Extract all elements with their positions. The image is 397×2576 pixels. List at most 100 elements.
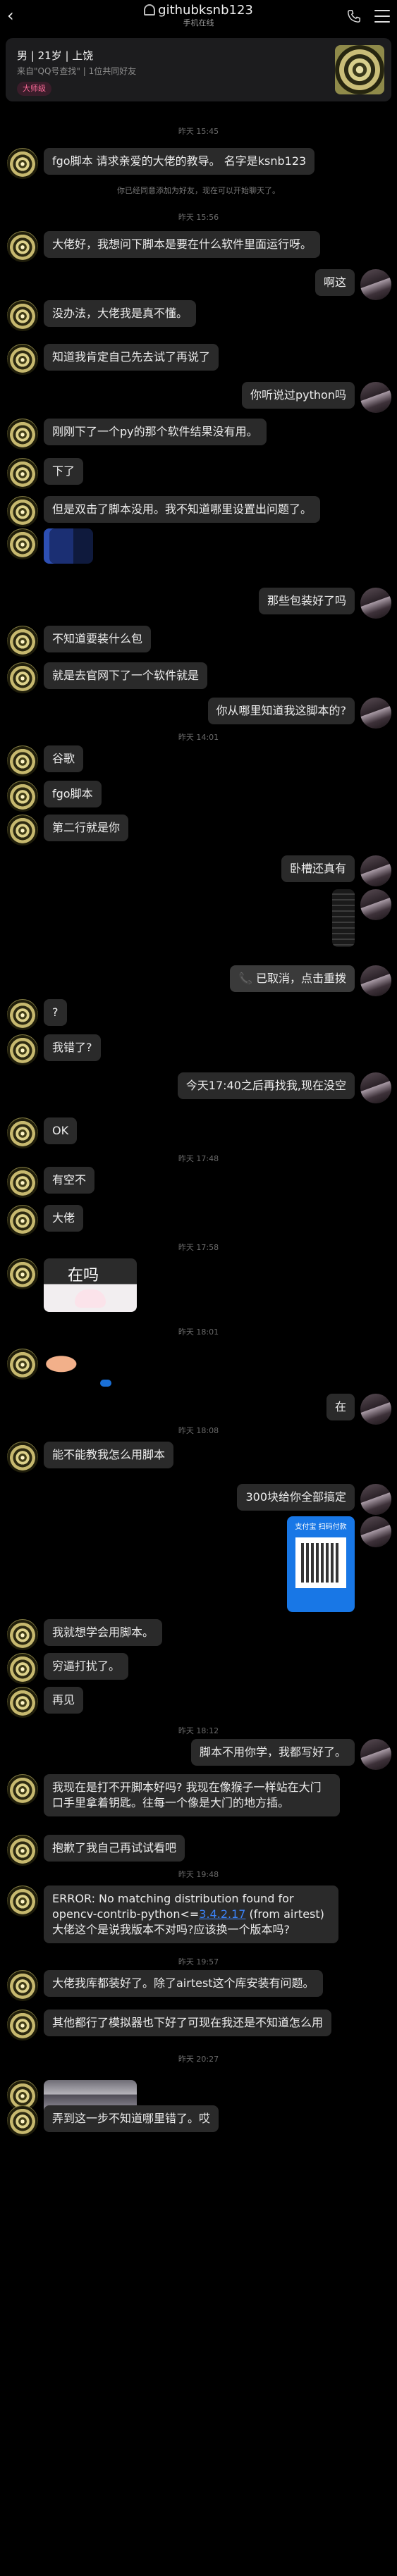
received-message[interactable]: 有空不 xyxy=(44,1167,95,1194)
contact-avatar[interactable] xyxy=(7,1687,38,1718)
my-avatar[interactable] xyxy=(360,588,391,619)
my-avatar[interactable] xyxy=(360,1484,391,1515)
my-avatar[interactable] xyxy=(360,889,391,920)
contact-avatar[interactable] xyxy=(7,1835,38,1866)
received-message[interactable]: 不知道要装什么包 xyxy=(44,626,152,652)
received-message[interactable]: 谷歌 xyxy=(44,745,84,772)
sent-message[interactable]: 你从哪里知道我这脚本的? xyxy=(207,698,355,724)
menu-icon[interactable] xyxy=(374,10,390,23)
received-message[interactable]: 能不能教我怎么用脚本 xyxy=(44,1442,174,1468)
my-avatar[interactable] xyxy=(360,965,391,996)
received-message[interactable]: 我就想学会用脚本。 xyxy=(44,1619,163,1646)
my-avatar[interactable] xyxy=(360,382,391,413)
sent-message[interactable]: 今天17:40之后再找我,现在没空 xyxy=(177,1072,355,1099)
received-message[interactable]: 其他都行了模拟器也下好了可现在我还是不知道怎么用 xyxy=(44,2010,332,2036)
contact-avatar[interactable] xyxy=(7,496,38,527)
contact-avatar[interactable] xyxy=(7,781,38,812)
contact-avatar[interactable] xyxy=(7,662,38,693)
profile-card[interactable]: 男 | 21岁 | 上饶 来自"QQ号查找" | 1位共同好友 大师级 xyxy=(6,38,391,101)
my-avatar[interactable] xyxy=(360,698,391,729)
received-message[interactable]: 大佬好，我想问下脚本是要在什么软件里面运行呀。 xyxy=(44,231,321,258)
contact-avatar[interactable] xyxy=(7,1167,38,1198)
image-message[interactable] xyxy=(44,528,93,564)
sent-message[interactable]: 啊这 xyxy=(314,269,355,296)
contact-avatar[interactable] xyxy=(7,626,38,657)
contact-avatar[interactable] xyxy=(7,1205,38,1236)
contact-avatar[interactable] xyxy=(7,999,38,1030)
sent-message[interactable]: 你听说过python吗 xyxy=(242,382,355,409)
pointing-hand-emoji[interactable] xyxy=(44,1350,87,1375)
contact-avatar[interactable] xyxy=(7,1885,38,1916)
received-message[interactable]: 抱歉了我自己再试试看吧 xyxy=(44,1835,185,1862)
contact-avatar[interactable] xyxy=(7,528,38,559)
received-message[interactable]: fgo脚本 请求亲爱的大佬的教导。 名字是ksnb123 xyxy=(44,148,315,175)
received-message[interactable]: 下了 xyxy=(44,458,84,485)
received-message[interactable]: 穷逼打扰了。 xyxy=(44,1653,129,1680)
contact-avatar[interactable] xyxy=(7,458,38,489)
contact-avatar[interactable] xyxy=(7,1349,38,1380)
contact-avatar[interactable] xyxy=(7,745,38,776)
sent-message[interactable]: 脚本不用你学，我都写好了。 xyxy=(190,1739,355,1766)
my-avatar[interactable] xyxy=(360,855,391,886)
my-avatar[interactable] xyxy=(360,269,391,300)
timestamp: 昨天 17:58 xyxy=(178,1243,219,1252)
contact-name: githubksnb123 xyxy=(158,3,253,18)
received-message[interactable]: 就是去官网下了一个软件就是 xyxy=(44,662,208,689)
my-avatar[interactable] xyxy=(360,1739,391,1770)
sent-message[interactable]: 300块给你全部搞定 xyxy=(237,1484,355,1511)
my-avatar[interactable] xyxy=(360,1394,391,1425)
sent-message[interactable]: 卧槽还真有 xyxy=(281,855,355,882)
received-message[interactable]: 弄到这一步不知道哪里错了。哎 xyxy=(44,2105,219,2132)
contact-avatar[interactable] xyxy=(7,344,38,375)
received-message[interactable]: 大佬我库都装好了。除了airtest这个库安装有问题。 xyxy=(44,1970,323,1997)
received-message[interactable]: OK xyxy=(44,1117,78,1144)
my-avatar[interactable] xyxy=(360,1072,391,1103)
contact-avatar[interactable] xyxy=(7,1653,38,1684)
received-message[interactable]: 但是双击了脚本没用。我不知道哪里设置出问题了。 xyxy=(44,496,321,523)
received-message[interactable]: 知道我肯定自己先去试了再说了 xyxy=(44,344,219,371)
image-message[interactable] xyxy=(332,889,355,947)
received-message[interactable]: ERROR: No matching distribution found fo… xyxy=(44,1885,338,1943)
received-message[interactable]: 第二行就是你 xyxy=(44,815,129,841)
contact-avatar[interactable] xyxy=(7,1970,38,2001)
contact-avatar[interactable] xyxy=(7,231,38,262)
sticker-message[interactable]: 在吗 xyxy=(44,1258,137,1312)
profile-thumbnail[interactable] xyxy=(335,45,384,94)
call-record-text: 已取消，点击重拨 xyxy=(255,972,346,985)
contact-avatar[interactable] xyxy=(7,2105,38,2136)
received-message[interactable]: 大佬 xyxy=(44,1205,84,1232)
timestamp: 昨天 15:56 xyxy=(178,213,219,222)
contact-avatar[interactable] xyxy=(7,1258,38,1289)
contact-avatar[interactable] xyxy=(7,1442,38,1473)
received-message[interactable]: 我现在是打不开脚本好吗? 我现在像猴子一样站在大门口手里拿着钥匙。往每一个像是大… xyxy=(44,1774,340,1816)
call-record-bubble[interactable]: 📞 已取消，点击重拨 xyxy=(229,965,355,992)
phone-icon[interactable] xyxy=(346,8,362,24)
contact-avatar[interactable] xyxy=(7,419,38,450)
received-message[interactable]: 再见 xyxy=(44,1687,84,1714)
qr-code-image[interactable]: 支付宝 扫码付款 xyxy=(287,1516,355,1612)
contact-avatar[interactable] xyxy=(7,815,38,846)
contact-avatar[interactable] xyxy=(7,1117,38,1148)
received-message[interactable]: 我错了? xyxy=(44,1034,101,1061)
received-message[interactable]: 刚刚下了一个py的那个软件结果没有用。 xyxy=(44,419,267,445)
received-message[interactable]: ? xyxy=(44,999,67,1026)
sent-message[interactable]: 那些包装好了吗 xyxy=(258,588,355,614)
chat-header: ‹ githubksnb123 手机在线 xyxy=(0,0,397,35)
contact-avatar[interactable] xyxy=(7,1034,38,1065)
timestamp: 昨天 20:27 xyxy=(178,2055,219,2064)
contact-avatar[interactable] xyxy=(7,1619,38,1650)
online-status: 手机在线 xyxy=(183,18,214,27)
received-message[interactable]: 没办法，大佬我是真不懂。 xyxy=(44,300,197,327)
qr-blocks xyxy=(301,1543,341,1583)
contact-avatar[interactable] xyxy=(7,300,38,331)
sent-message[interactable]: 在 xyxy=(326,1394,355,1420)
contact-avatar[interactable] xyxy=(7,148,38,179)
paw-image xyxy=(75,1289,106,1308)
version-link[interactable]: 3.4.2.17 xyxy=(199,1907,245,1921)
contact-avatar[interactable] xyxy=(7,2010,38,2041)
title-area: githubksnb123 手机在线 xyxy=(0,3,397,28)
contact-avatar[interactable] xyxy=(7,1774,38,1805)
timestamp: 昨天 17:48 xyxy=(178,1154,219,1163)
received-message[interactable]: fgo脚本 xyxy=(44,781,102,807)
my-avatar[interactable] xyxy=(360,1516,391,1547)
